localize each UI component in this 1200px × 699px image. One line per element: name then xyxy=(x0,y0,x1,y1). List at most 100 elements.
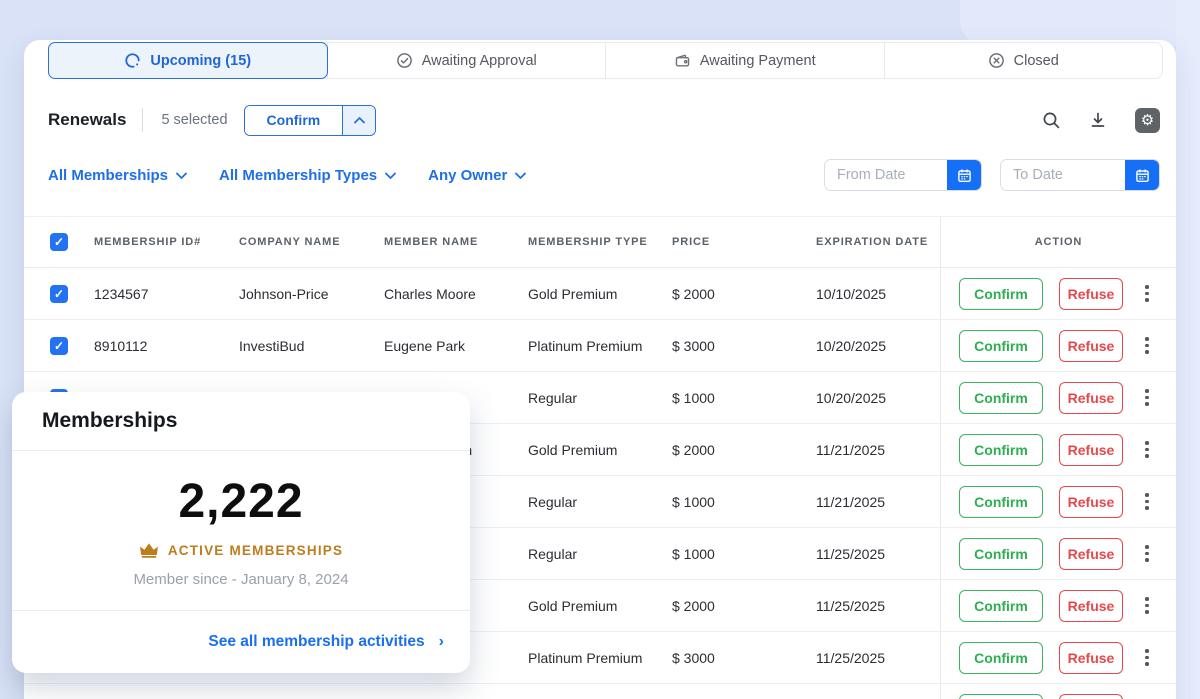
confirm-button[interactable]: Confirm xyxy=(959,278,1043,310)
tab-awaiting-approval[interactable]: Awaiting Approval xyxy=(327,43,606,78)
cell-price: $ 3000 xyxy=(672,650,816,666)
refuse-button[interactable]: Refuse xyxy=(1059,434,1123,466)
column-header-membership-type: Membership Type xyxy=(528,236,672,248)
kebab-menu-icon[interactable] xyxy=(1141,281,1153,306)
confirm-button[interactable]: Confirm xyxy=(959,694,1043,699)
calendar-icon[interactable] xyxy=(1125,160,1159,190)
tab-label: Upcoming (15) xyxy=(150,53,251,69)
confirm-split-button[interactable]: Confirm xyxy=(244,105,377,136)
kebab-menu-icon[interactable] xyxy=(1141,541,1153,566)
checkbox-cell xyxy=(24,684,94,699)
refuse-button[interactable]: Refuse xyxy=(1059,382,1123,414)
refuse-button[interactable]: Refuse xyxy=(1059,486,1123,518)
confirm-button[interactable]: Confirm xyxy=(959,330,1043,362)
tab-upcoming[interactable]: Upcoming (15) xyxy=(48,42,328,79)
confirm-button[interactable]: Confirm xyxy=(959,642,1043,674)
popup-title: Memberships xyxy=(42,409,177,433)
tab-closed[interactable]: Closed xyxy=(884,43,1163,78)
to-date-field xyxy=(1000,159,1160,191)
from-date-field xyxy=(824,159,982,191)
membership-types-filter-dropdown[interactable]: All Membership Types xyxy=(219,167,396,184)
column-header-membership-id: Membership ID# xyxy=(94,236,239,248)
cell-member-name: Eugene Park xyxy=(384,338,528,354)
column-header-price: Price xyxy=(672,236,816,248)
background-decoration-strip xyxy=(1176,0,1200,699)
action-cell: Confirm Refuse xyxy=(940,424,1176,475)
divider xyxy=(142,108,143,132)
calendar-icon[interactable] xyxy=(947,160,981,190)
table-row: ✓8910112InvestiBudEugene ParkPlatinum Pr… xyxy=(24,320,1176,372)
select-all-checkbox[interactable]: ✓ xyxy=(50,233,68,251)
confirm-bulk-button[interactable]: Confirm xyxy=(245,106,343,135)
cell-membership-id: 1234567 xyxy=(94,286,239,302)
action-cell: Confirm Refuse xyxy=(940,528,1176,579)
cell-price: $ 2000 xyxy=(672,286,816,302)
active-memberships-label: ACTIVE MEMBERSHIPS xyxy=(168,543,343,558)
memberships-filter-dropdown[interactable]: All Memberships xyxy=(48,167,187,184)
selected-count: 5 selected xyxy=(161,112,227,128)
row-checkbox[interactable]: ✓ xyxy=(50,337,68,355)
cell-company-name: Johnson-Price xyxy=(239,286,384,302)
cell-price: $ 1000 xyxy=(672,546,816,562)
download-icon[interactable] xyxy=(1089,111,1107,129)
tab-awaiting-payment[interactable]: Awaiting Payment xyxy=(605,43,884,78)
kebab-menu-icon[interactable] xyxy=(1141,437,1153,462)
cell-membership-type: Gold Premium xyxy=(528,286,672,302)
action-cell: Confirm Refuse xyxy=(940,632,1176,683)
cell-expiration-date: 11/25/2025 xyxy=(816,546,940,562)
confirm-button[interactable]: Confirm xyxy=(959,382,1043,414)
checkbox-cell: ✓ xyxy=(24,320,94,371)
confirm-button[interactable]: Confirm xyxy=(959,538,1043,570)
wallet-icon xyxy=(674,52,691,69)
action-cell: Confirm Refuse xyxy=(940,580,1176,631)
confirm-button[interactable]: Confirm xyxy=(959,486,1043,518)
column-header-action: Action xyxy=(1035,236,1083,248)
cell-expiration-date: 10/20/2025 xyxy=(816,390,940,406)
chevron-down-icon xyxy=(385,172,396,179)
member-since-text: Member since - January 8, 2024 xyxy=(12,571,470,588)
refuse-button[interactable]: Refuse xyxy=(1059,642,1123,674)
action-cell: Confirm Refuse xyxy=(940,476,1176,527)
cell-price: $ 1000 xyxy=(672,390,816,406)
dropdown-label: Any Owner xyxy=(428,167,507,184)
refuse-button[interactable]: Refuse xyxy=(1059,694,1123,699)
settings-icon[interactable]: ⚙ xyxy=(1135,108,1160,133)
cell-company-name: InvestiBud xyxy=(239,338,384,354)
tab-label: Closed xyxy=(1014,53,1059,69)
kebab-menu-icon[interactable] xyxy=(1141,489,1153,514)
search-icon[interactable] xyxy=(1042,111,1061,130)
to-date-input[interactable] xyxy=(1001,160,1125,190)
refuse-button[interactable]: Refuse xyxy=(1059,278,1123,310)
cell-membership-type: Regular xyxy=(528,390,672,406)
cell-membership-type: Regular xyxy=(528,494,672,510)
cell-membership-type: Gold Premium xyxy=(528,442,672,458)
refuse-button[interactable]: Refuse xyxy=(1059,538,1123,570)
action-cell: Confirm Refuse xyxy=(940,372,1176,423)
refuse-button[interactable]: Refuse xyxy=(1059,330,1123,362)
cell-price: $ 3000 xyxy=(672,338,816,354)
kebab-menu-icon[interactable] xyxy=(1141,645,1153,670)
pending-circle-icon xyxy=(124,52,141,69)
chevron-down-icon xyxy=(515,172,526,179)
confirm-button[interactable]: Confirm xyxy=(959,590,1043,622)
kebab-menu-icon[interactable] xyxy=(1141,593,1153,618)
tab-label: Awaiting Payment xyxy=(700,53,816,69)
confirm-button[interactable]: Confirm xyxy=(959,434,1043,466)
cell-price: $ 1000 xyxy=(672,494,816,510)
row-checkbox[interactable]: ✓ xyxy=(50,285,68,303)
cell-expiration-date: 10/10/2025 xyxy=(816,286,940,302)
kebab-menu-icon[interactable] xyxy=(1141,385,1153,410)
see-all-activities-link[interactable]: See all membership activities xyxy=(208,633,424,651)
refuse-button[interactable]: Refuse xyxy=(1059,590,1123,622)
chevron-up-icon[interactable] xyxy=(342,106,375,135)
column-header-expiration-date: Expiration Date xyxy=(816,236,940,248)
cell-price: $ 2000 xyxy=(672,598,816,614)
cell-expiration-date: 11/25/2025 xyxy=(816,650,940,666)
action-cell: Confirm Refuse xyxy=(940,320,1176,371)
owner-filter-dropdown[interactable]: Any Owner xyxy=(428,167,526,184)
kebab-menu-icon[interactable] xyxy=(1141,333,1153,358)
page-title: Renewals xyxy=(48,110,126,130)
table-row: ✓1234567Johnson-PriceCharles MooreGold P… xyxy=(24,268,1176,320)
from-date-input[interactable] xyxy=(825,160,947,190)
check-icon: ✓ xyxy=(54,340,64,352)
